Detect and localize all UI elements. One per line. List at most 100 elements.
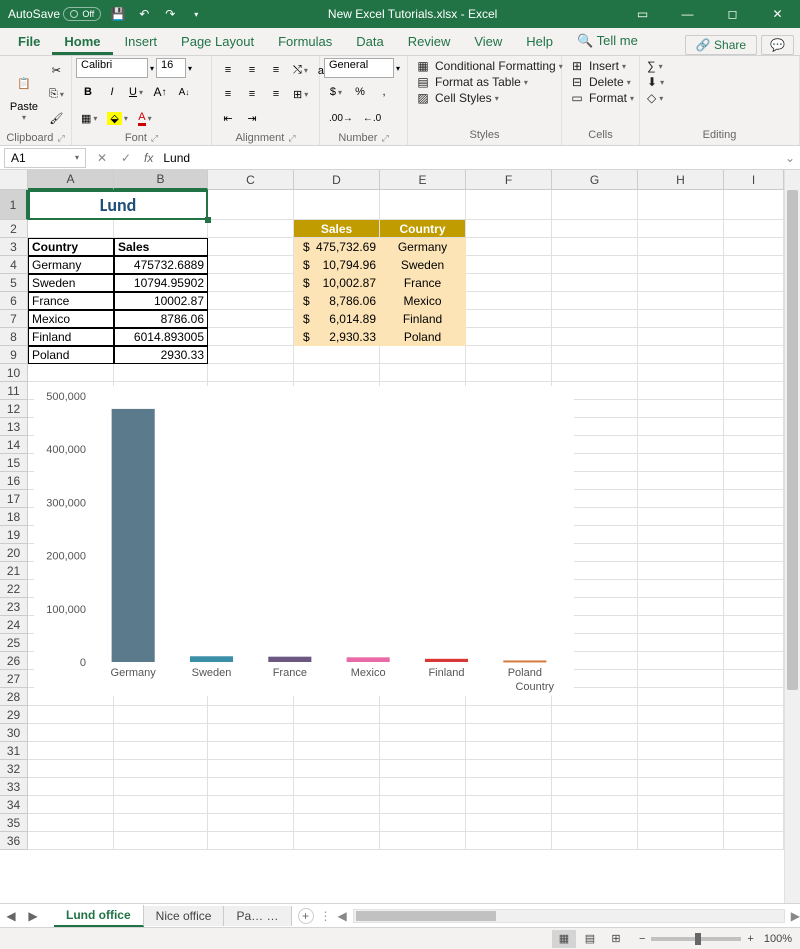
- cell[interactable]: [638, 190, 724, 220]
- cell[interactable]: [638, 724, 724, 742]
- data-cell[interactable]: $8,786.06: [294, 292, 380, 310]
- cell[interactable]: [638, 274, 724, 292]
- bold-button[interactable]: B: [77, 81, 99, 103]
- comma-format-icon[interactable]: ,: [373, 81, 395, 103]
- cell[interactable]: [28, 796, 114, 814]
- merged-title-cell[interactable]: Lund: [28, 190, 208, 220]
- cell[interactable]: [466, 796, 552, 814]
- column-header-I[interactable]: I: [724, 170, 784, 190]
- row-header-16[interactable]: 16: [0, 472, 28, 490]
- page-layout-view-icon[interactable]: ▤: [578, 930, 602, 948]
- cell[interactable]: [724, 508, 784, 526]
- cell[interactable]: [380, 778, 466, 796]
- data-cell[interactable]: 6014.893005: [114, 328, 208, 346]
- row-header-6[interactable]: 6: [0, 292, 28, 310]
- align-left-icon[interactable]: ≡: [217, 83, 239, 105]
- row-header-7[interactable]: 7: [0, 310, 28, 328]
- cell[interactable]: [724, 454, 784, 472]
- format-as-table-button[interactable]: ▤Format as Table▾: [412, 74, 531, 90]
- maximize-icon[interactable]: ◻: [710, 0, 755, 28]
- cell[interactable]: [294, 346, 380, 364]
- data-cell[interactable]: Poland: [380, 328, 466, 346]
- data-cell[interactable]: Sales: [294, 220, 380, 238]
- font-launcher[interactable]: ⤢: [151, 133, 158, 144]
- cell[interactable]: [294, 778, 380, 796]
- enter-formula-icon[interactable]: ✓: [114, 151, 138, 165]
- cell[interactable]: [638, 418, 724, 436]
- cell[interactable]: [552, 778, 638, 796]
- cell[interactable]: [28, 760, 114, 778]
- accounting-format-icon[interactable]: $▾: [325, 81, 347, 103]
- insert-cells-button[interactable]: ⊞Insert▾: [566, 58, 629, 74]
- zoom-out-icon[interactable]: −: [639, 933, 645, 945]
- cell[interactable]: [552, 292, 638, 310]
- cell[interactable]: [208, 238, 294, 256]
- cell[interactable]: [552, 190, 638, 220]
- clear-button[interactable]: ◇▾: [644, 90, 666, 106]
- cell[interactable]: [294, 742, 380, 760]
- cell[interactable]: [380, 364, 466, 382]
- autosum-button[interactable]: ∑▾: [644, 58, 666, 74]
- cell[interactable]: [724, 814, 784, 832]
- cell[interactable]: [552, 814, 638, 832]
- row-header-26[interactable]: 26: [0, 652, 28, 670]
- sheet-tab-lund[interactable]: Lund office: [54, 905, 144, 927]
- row-header-21[interactable]: 21: [0, 562, 28, 580]
- cell[interactable]: [724, 796, 784, 814]
- cell[interactable]: [724, 670, 784, 688]
- data-cell[interactable]: France: [380, 274, 466, 292]
- cell[interactable]: [28, 220, 114, 238]
- cell[interactable]: [638, 328, 724, 346]
- cell[interactable]: [380, 796, 466, 814]
- cell[interactable]: [28, 706, 114, 724]
- cell[interactable]: [380, 742, 466, 760]
- cell[interactable]: [466, 238, 552, 256]
- align-top-icon[interactable]: ≡: [217, 59, 239, 81]
- cell[interactable]: [380, 814, 466, 832]
- expand-formula-bar-icon[interactable]: ⌄: [780, 151, 800, 165]
- formulas-tab[interactable]: Formulas: [266, 30, 344, 55]
- cell[interactable]: [28, 832, 114, 850]
- cell[interactable]: [552, 364, 638, 382]
- redo-icon[interactable]: ↷: [161, 5, 179, 23]
- align-middle-icon[interactable]: ≡: [241, 59, 263, 81]
- cell[interactable]: [724, 310, 784, 328]
- cell[interactable]: [294, 796, 380, 814]
- data-cell[interactable]: $475,732.69: [294, 238, 380, 256]
- cell[interactable]: [208, 706, 294, 724]
- vertical-scroll-thumb[interactable]: [787, 190, 798, 690]
- cell[interactable]: [552, 724, 638, 742]
- row-header-22[interactable]: 22: [0, 580, 28, 598]
- cell[interactable]: [114, 364, 208, 382]
- cell[interactable]: [724, 742, 784, 760]
- comments-button[interactable]: 💬: [761, 35, 794, 55]
- fill-color-icon[interactable]: ⬙▾: [103, 107, 131, 129]
- row-header-23[interactable]: 23: [0, 598, 28, 616]
- cell[interactable]: [724, 382, 784, 400]
- number-format-select[interactable]: General: [324, 58, 394, 78]
- cell[interactable]: [552, 706, 638, 724]
- cell[interactable]: [294, 760, 380, 778]
- cell[interactable]: [638, 526, 724, 544]
- cell[interactable]: [638, 508, 724, 526]
- cell[interactable]: [638, 652, 724, 670]
- cell[interactable]: [552, 274, 638, 292]
- cell[interactable]: [208, 760, 294, 778]
- insert-tab[interactable]: Insert: [113, 30, 170, 55]
- font-color-icon[interactable]: A▾: [134, 107, 156, 129]
- data-cell[interactable]: Country: [28, 238, 114, 256]
- cell[interactable]: [294, 706, 380, 724]
- row-header-2[interactable]: 2: [0, 220, 28, 238]
- row-header-3[interactable]: 3: [0, 238, 28, 256]
- cell[interactable]: [208, 364, 294, 382]
- cell[interactable]: [466, 760, 552, 778]
- percent-format-icon[interactable]: %: [349, 81, 371, 103]
- row-header-15[interactable]: 15: [0, 454, 28, 472]
- cell[interactable]: [466, 346, 552, 364]
- row-header-14[interactable]: 14: [0, 436, 28, 454]
- data-cell[interactable]: 2930.33: [114, 346, 208, 364]
- cell[interactable]: [724, 190, 784, 220]
- increase-decimal-icon[interactable]: .00→: [325, 107, 357, 129]
- cell[interactable]: [638, 220, 724, 238]
- share-button[interactable]: 🔗 Share: [685, 35, 757, 55]
